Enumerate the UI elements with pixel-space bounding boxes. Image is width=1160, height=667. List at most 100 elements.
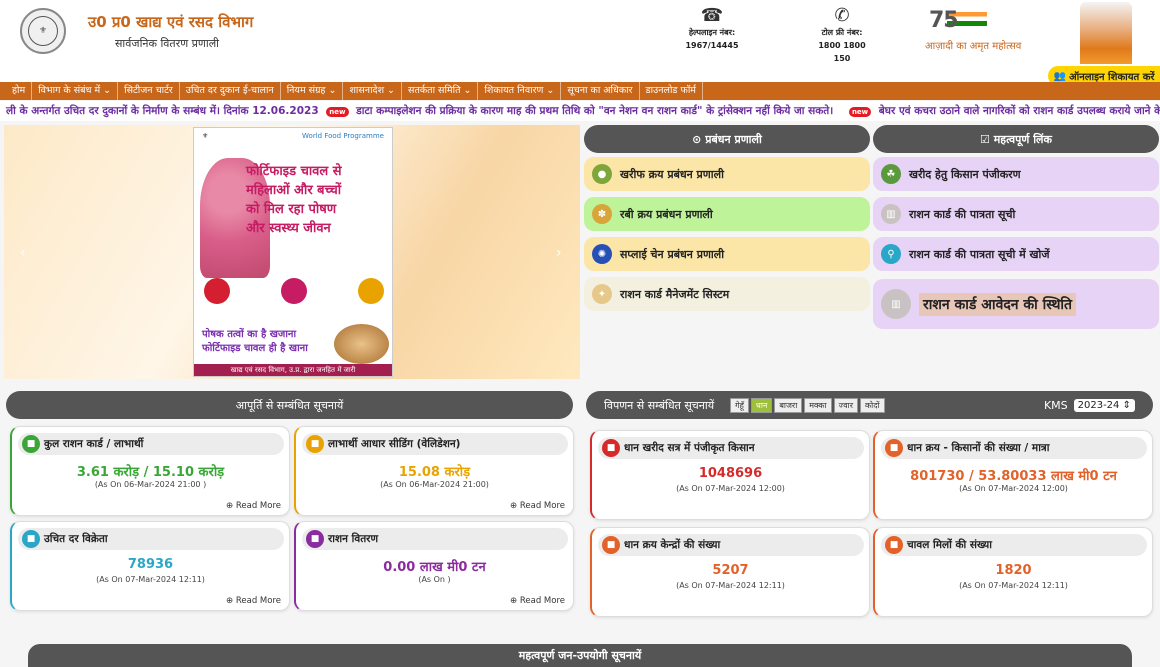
stat-card[interactable]: ■ धान क्रय केन्द्रों की संख्या 5207 (As On … xyxy=(590,527,870,617)
stat-card[interactable]: ■ उचित दर विक्रेता 78936 (As On 07-Mar-2024… xyxy=(10,521,290,611)
kharif-label: खरीफ क्रय प्रबंधन प्रणाली xyxy=(620,167,724,181)
stat-card-header: ■ कुल राशन कार्ड / लाभार्थी xyxy=(18,433,284,455)
stat-title: राशन वितरण xyxy=(328,533,379,545)
banner-carousel[interactable]: ‹ › ⚜ World Food Programme फोर्टिफाइड चाव… xyxy=(4,125,580,379)
poster-tagline: पोषक तत्वों का है खजाना फोर्टिफाइड चावल … xyxy=(202,329,308,354)
stat-value: 3.61 करोड़ / 15.10 करोड़ xyxy=(76,465,225,480)
department-title: उ0 प्र0 खाद्य एवं रसद विभाग xyxy=(88,13,254,31)
crop-tab[interactable]: मक्का xyxy=(804,397,832,413)
bulb-icon: ✦ xyxy=(592,284,612,304)
crop-tab[interactable]: बाजरा xyxy=(774,397,803,413)
read-more-label: Read More xyxy=(235,596,281,606)
marketing-info-heading: विपणन से सम्बंधित सूचनायें गेहूँ धान बाजरा… xyxy=(586,391,1153,419)
stat-card-header: ■ धान क्रय - किसानों की संख्या / मात्रा xyxy=(881,437,1147,459)
iron-drop-icon xyxy=(204,278,230,304)
stat-as-of: (As On 06-Mar-2024 21:00 ) xyxy=(94,480,207,489)
application-status-link[interactable]: ▥ राशन कार्ड आवेदन की स्थिति xyxy=(873,279,1159,329)
nav-item[interactable]: सूचना का अधिकार xyxy=(561,82,640,100)
ticker-item[interactable]: बेघर एवं कचरा उठाने वाले नागरिकों को राश… xyxy=(879,105,1160,117)
tollfree-block: ✆ टोल फ्री नंबर: 1800 1800 150 xyxy=(810,6,874,65)
supply-chain-system-link[interactable]: ✺ सप्लाई चेन प्रबंधन प्रणाली xyxy=(584,237,870,271)
read-more-link[interactable]: ⊕ Read More xyxy=(510,596,565,606)
plus-circle-icon: ⊕ xyxy=(510,501,518,511)
stat-card[interactable]: ■ चावल मिलों की संख्या 1820 (As On 07-Mar-2… xyxy=(873,527,1153,617)
stat-card[interactable]: ■ धान खरीद सत्र में पंजीकृत किसान 1048696 (… xyxy=(590,430,870,520)
department-subtitle: सार्वजनिक वितरण प्रणाली xyxy=(115,37,220,50)
stat-value: 1820 xyxy=(995,563,1032,578)
crop-tab[interactable]: कोदों xyxy=(860,397,885,413)
stat-title: कुल राशन कार्ड / लाभार्थी xyxy=(44,438,144,450)
chief-minister-photo xyxy=(1080,2,1132,64)
eligibility-search-label: राशन कार्ड की पात्रता सूची में खोजें xyxy=(909,247,1050,261)
read-more-label: Read More xyxy=(235,501,281,511)
important-links-heading: ☑ महत्वपूर्ण लिंक xyxy=(873,125,1159,153)
rabi-label: रबी क्रय प्रबंधन प्रणाली xyxy=(620,207,713,221)
folic-acid-icon xyxy=(281,278,307,304)
eligibility-search-link[interactable]: ⚲ राशन कार्ड की पात्रता सूची में खोजें xyxy=(873,237,1159,271)
crop-tab[interactable]: धान xyxy=(750,397,773,413)
eligibility-list-label: राशन कार्ड की पात्रता सूची xyxy=(909,207,1016,221)
stat-title: लाभार्थी आधार सीडिंग (वेलिडेशन) xyxy=(328,438,461,450)
ration-card-management-link[interactable]: ✦ राशन कार्ड मैनेजमेंट सिस्टम xyxy=(584,277,870,311)
stat-card-header: ■ धान क्रय केन्द्रों की संख्या xyxy=(598,534,864,556)
plus-circle-icon: ⊕ xyxy=(226,501,234,511)
ticker-item[interactable]: ली के अन्तर्गत उचित दर दुकानों के निर्मा… xyxy=(6,105,319,117)
nav-item[interactable]: नियम संग्रह ⌄ xyxy=(281,82,344,100)
kms-select[interactable]: 2023-24 ⇕ xyxy=(1073,398,1135,412)
management-system-heading: ⊙ प्रबंधन प्रणाली xyxy=(584,125,870,153)
farmer-registration-link[interactable]: ☘ खरीद हेतु किसान पंजीकरण xyxy=(873,157,1159,191)
read-more-link[interactable]: ⊕ Read More xyxy=(226,596,281,606)
stat-title: उचित दर विक्रेता xyxy=(44,533,108,545)
stat-card[interactable]: ■ लाभार्थी आधार सीडिंग (वेलिडेशन) 15.08 कर… xyxy=(294,426,574,516)
stat-card[interactable]: ■ राशन वितरण 0.00 लाख मी0 टन (As On ) ⊕ Read… xyxy=(294,521,574,611)
kharif-system-link[interactable]: ● खरीफ क्रय प्रबंधन प्रणाली xyxy=(584,157,870,191)
phone-call-icon: ✆ xyxy=(834,5,850,26)
stat-icon: ■ xyxy=(22,530,40,548)
main-navigation: होम विभाग के संबंध में ⌄ सिटीजन चार्टर उचित… xyxy=(0,82,1160,100)
stat-value: 5207 xyxy=(712,563,749,578)
eligibility-list-link[interactable]: ▥ राशन कार्ड की पात्रता सूची xyxy=(873,197,1159,231)
up-government-logo[interactable]: ⚜ xyxy=(20,8,66,54)
tollfree-number: 1800 1800 150 xyxy=(818,41,866,63)
crop-tab[interactable]: ज्वार xyxy=(833,397,859,413)
list-icon: ▥ xyxy=(881,204,901,224)
carousel-prev-icon[interactable]: ‹ xyxy=(20,245,26,261)
site-header: ⚜ उ0 प्र0 खाद्य एवं रसद विभाग सार्वजनिक … xyxy=(0,0,1160,86)
azadi-text: आज़ादी का अमृत महोत्सव xyxy=(925,41,1022,52)
stat-as-of: (As On ) xyxy=(418,575,451,584)
stat-as-of: (As On 07-Mar-2024 12:00) xyxy=(959,484,1068,493)
kms-label: KMS xyxy=(1043,398,1068,412)
tollfree-label: टोल फ्री नंबर: xyxy=(821,28,863,37)
nav-item[interactable]: डाउनलोड फॉर्म xyxy=(640,82,703,100)
user-plus-icon: 👥 xyxy=(1053,70,1066,82)
stat-card[interactable]: ■ धान क्रय - किसानों की संख्या / मात्रा 80… xyxy=(873,430,1153,520)
azadi-ka-amrit-mahotsav-logo: 75 आज़ादी का अमृत महोत्सव xyxy=(925,8,1021,58)
stat-icon: ■ xyxy=(885,439,903,457)
crop-tab[interactable]: गेहूँ xyxy=(730,397,749,413)
ticker-item[interactable]: डाटा कम्पाइलेशन की प्रक्रिया के कारण माह… xyxy=(356,105,833,117)
read-more-link[interactable]: ⊕ Read More xyxy=(510,501,565,511)
nav-item[interactable]: शिकायत निवारण ⌄ xyxy=(478,82,562,100)
news-ticker[interactable]: ली के अन्तर्गत उचित दर दुकानों के निर्मा… xyxy=(0,101,1160,121)
stat-value: 0.00 लाख मी0 टन xyxy=(383,560,486,575)
nav-item[interactable]: होम xyxy=(6,82,33,100)
stat-as-of: (As On 07-Mar-2024 12:11) xyxy=(676,581,785,590)
rabi-system-link[interactable]: ✽ रबी क्रय प्रबंधन प्रणाली xyxy=(584,197,870,231)
supply-chain-label: सप्लाई चेन प्रबंधन प्रणाली xyxy=(620,247,725,261)
stat-card[interactable]: ■ कुल राशन कार्ड / लाभार्थी 3.61 करोड़ / 1… xyxy=(10,426,290,516)
carousel-next-icon[interactable]: › xyxy=(556,245,562,261)
stat-card-header: ■ राशन वितरण xyxy=(302,528,568,550)
up-emblem-icon: ⚜ xyxy=(202,132,209,140)
nav-item[interactable]: उचित दर दुकान ई-चालान xyxy=(180,82,281,100)
stat-card-header: ■ चावल मिलों की संख्या xyxy=(881,534,1147,556)
nav-item[interactable]: शासनादेश ⌄ xyxy=(343,82,403,100)
new-badge: new xyxy=(848,107,872,117)
stat-icon: ■ xyxy=(602,536,620,554)
plus-circle-icon: ⊕ xyxy=(226,596,234,606)
nav-item[interactable]: सिटीजन चार्टर xyxy=(118,82,180,100)
helpline-label: हेल्पलाइन नंबर: xyxy=(688,28,736,37)
new-badge: new xyxy=(326,107,349,117)
nav-item[interactable]: सतर्कता समिति ⌄ xyxy=(402,82,479,100)
nav-item[interactable]: विभाग के संबंध में ⌄ xyxy=(32,82,119,100)
read-more-link[interactable]: ⊕ Read More xyxy=(226,501,281,511)
